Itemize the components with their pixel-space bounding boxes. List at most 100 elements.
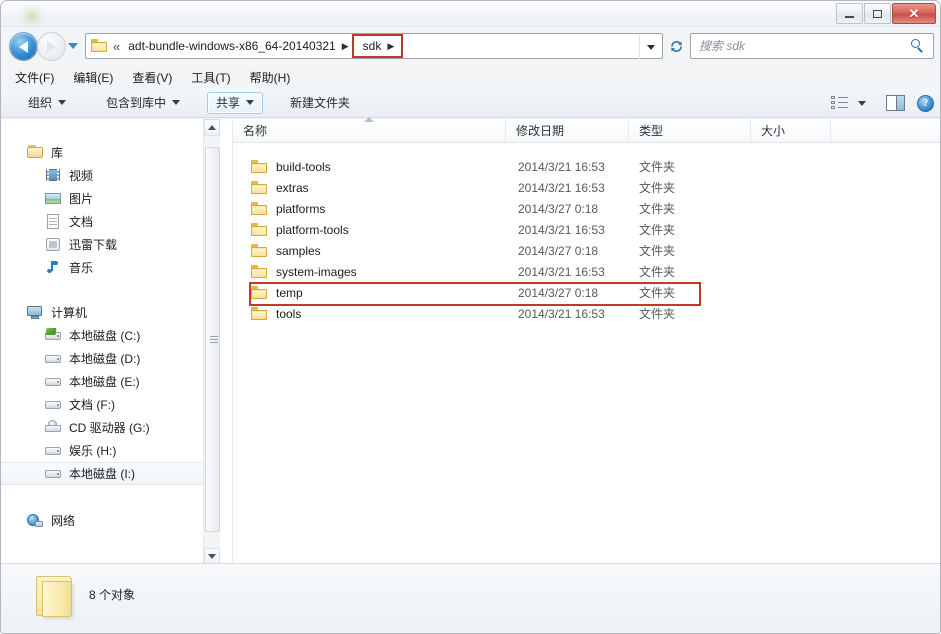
sidebar-label-documents: 文档 [69,215,94,229]
folder-icon [251,223,267,236]
menu-item-help[interactable]: 帮助(H) [250,67,300,88]
chevron-down-icon [246,100,255,105]
sidebar-item-pictures[interactable]: 图片 [1,187,220,210]
help-icon[interactable]: ? [917,94,934,112]
view-mode-icon[interactable] [831,96,848,110]
menu-item-file[interactable]: 文件(F) [15,67,63,88]
sidebar-item-drive-f[interactable]: 文档 (F:) [1,393,220,416]
share-label: 共享 [216,96,241,110]
folder-icon [251,265,267,278]
address-dropdown-chevron-down-icon[interactable] [639,35,661,59]
table-row[interactable]: build-tools 2014/3/21 16:53 文件夹 [233,156,940,177]
large-folder-icon [34,576,82,618]
search-icon[interactable] [911,39,925,53]
file-name: samples [276,243,321,258]
breadcrumb-separator-icon[interactable]: ▶ [342,41,349,52]
nav-group-network: 网络 [1,509,220,532]
forward-button[interactable] [37,32,66,61]
column-header-size[interactable]: 大小 [751,119,831,142]
address-bar[interactable]: « adt-bundle-windows-x86_64-20140321 ▶ s… [85,33,663,59]
refresh-icon[interactable] [664,33,688,59]
sidebar-item-network[interactable]: 网络 [1,509,220,532]
sidebar-scrollbar[interactable] [203,119,220,565]
breadcrumb-item-sdk-highlighted[interactable]: sdk ▶ [351,34,404,58]
column-label-type: 类型 [639,124,664,138]
sidebar-label-drive-h: 娱乐 (H:) [69,444,117,458]
breadcrumb-overflow-icon[interactable]: « [113,40,120,53]
breadcrumb-item-adt-bundle[interactable]: adt-bundle-windows-x86_64-20140321 [125,37,338,55]
toolbar: 组织 包含到库中 共享 新建文件夹 ? [1,88,940,118]
scrollbar-thumb[interactable] [205,147,220,532]
column-header-name[interactable]: 名称 [233,117,506,142]
computer-icon [27,305,44,320]
search-input[interactable] [699,39,911,53]
sidebar-item-drive-g[interactable]: CD 驱动器 (G:) [1,416,220,439]
breadcrumb-item-sdk[interactable]: sdk [360,37,385,55]
nav-group-computer: 计算机 本地磁盘 (C:) 本地磁盘 (D:) 本地磁盘 (E:) 文档 (F:… [1,301,220,485]
sidebar-item-drive-c[interactable]: 本地磁盘 (C:) [1,324,220,347]
table-row[interactable]: platforms 2014/3/27 0:18 文件夹 [233,198,940,219]
close-button[interactable]: ✕ [892,3,936,24]
folder-icon [251,286,267,299]
sidebar-item-drive-d[interactable]: 本地磁盘 (D:) [1,347,220,370]
sidebar-item-videos[interactable]: 视频 [1,164,220,187]
window-controls: ✕ [836,3,936,24]
scroll-up-icon[interactable] [204,119,220,136]
file-type: 文件夹 [639,307,676,321]
sidebar-item-music[interactable]: 音乐 [1,256,220,279]
library-icon [27,145,44,160]
pane-splitter[interactable] [220,119,233,565]
breadcrumb-separator-icon[interactable]: ▶ [387,41,394,52]
menu-item-view[interactable]: 查看(V) [132,67,181,88]
new-folder-button[interactable]: 新建文件夹 [281,92,359,114]
title-bar[interactable]: ✕ [1,1,940,27]
organize-button[interactable]: 组织 [19,92,75,114]
include-in-library-button[interactable]: 包含到库中 [97,92,189,114]
table-row[interactable]: samples 2014/3/27 0:18 文件夹 [233,240,940,261]
back-button[interactable] [9,32,38,61]
sidebar-item-computer[interactable]: 计算机 [1,301,220,324]
column-header-date[interactable]: 修改日期 [506,119,629,142]
share-button[interactable]: 共享 [207,91,264,114]
menu-item-edit[interactable]: 编辑(E) [73,67,122,88]
sidebar-item-documents[interactable]: 文档 [1,210,220,233]
sidebar-item-drive-e[interactable]: 本地磁盘 (E:) [1,370,220,393]
column-header-type[interactable]: 类型 [629,119,751,142]
status-bar: 8 个对象 [1,563,940,633]
new-folder-label: 新建文件夹 [290,96,351,110]
table-row[interactable]: tools 2014/3/21 16:53 文件夹 [233,303,940,324]
sidebar-item-drive-h[interactable]: 娱乐 (H:) [1,439,220,462]
table-row[interactable]: extras 2014/3/21 16:53 文件夹 [233,177,940,198]
maximize-button[interactable] [864,3,891,24]
thunder-download-icon [45,237,62,252]
organize-label: 组织 [28,96,53,110]
sidebar-item-thunder-download[interactable]: 迅雷下载 [1,233,220,256]
preview-pane-icon[interactable] [886,95,905,111]
menu-item-tools[interactable]: 工具(T) [191,67,239,88]
sidebar-label-pictures: 图片 [69,192,94,206]
minimize-button[interactable] [836,3,863,24]
recent-locations-icon[interactable] [67,41,80,52]
table-row[interactable]: system-images 2014/3/21 16:53 文件夹 [233,261,940,282]
drive-icon [45,374,62,389]
sidebar-item-libraries[interactable]: 库 [1,141,220,164]
file-date: 2014/3/21 16:53 [518,264,605,279]
music-icon [45,260,62,275]
sidebar-item-drive-i[interactable]: 本地磁盘 (I:) [1,462,220,485]
drive-icon [45,397,62,412]
column-header-row: 名称 修改日期 类型 大小 [233,117,940,143]
table-row-temp[interactable]: temp 2014/3/27 0:18 文件夹 [233,282,940,306]
status-item-count: 8 个对象 [89,588,136,602]
search-box[interactable] [690,33,934,59]
chevron-down-icon [172,100,181,105]
close-icon: ✕ [908,6,920,21]
sidebar-label-thunder-download: 迅雷下载 [69,238,118,252]
folder-icon [251,202,267,215]
table-row[interactable]: platform-tools 2014/3/21 16:53 文件夹 [233,219,940,240]
file-date: 2014/3/27 0:18 [518,201,599,216]
sidebar-label-videos: 视频 [69,169,94,183]
drive-icon [45,443,62,458]
cd-drive-icon [45,420,62,435]
view-mode-chevron-down-icon[interactable] [858,100,866,106]
video-icon [45,168,62,183]
